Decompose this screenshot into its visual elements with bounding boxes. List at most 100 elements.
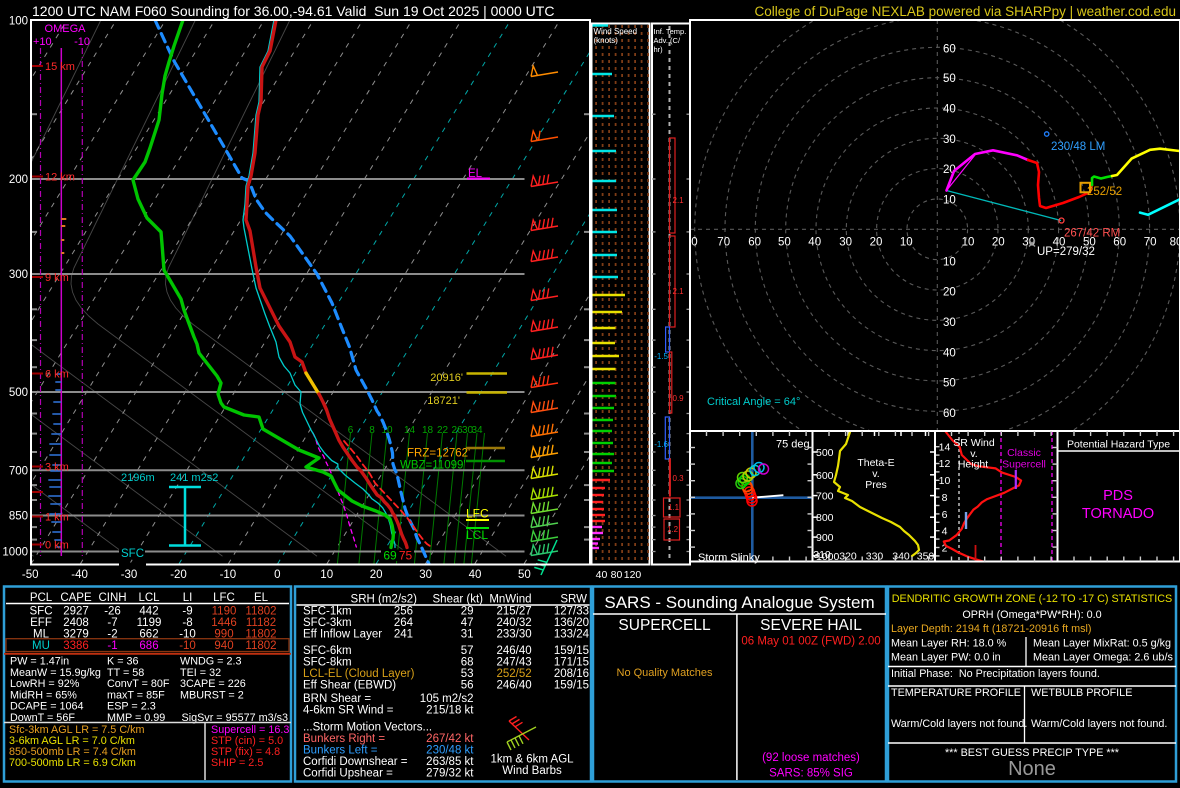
svg-text:2408: 2408 (63, 617, 89, 629)
svg-text:OPRH (Omega*PW*RH): 0.0: OPRH (Omega*PW*RH): 0.0 (962, 609, 1101, 621)
svg-text:-1: -1 (107, 640, 117, 652)
svg-text:Classic: Classic (1007, 447, 1041, 459)
svg-text:75 deg: 75 deg (776, 439, 810, 451)
svg-text:WNDG = 2.3: WNDG = 2.3 (180, 656, 242, 668)
svg-text:34: 34 (471, 425, 483, 436)
svg-text:MeanW = 15.9g/kg: MeanW = 15.9g/kg (10, 667, 101, 679)
svg-text:30: 30 (943, 134, 956, 146)
svg-text:BRN Shear =: BRN Shear = (303, 693, 371, 705)
svg-text:2.1: 2.1 (673, 287, 685, 296)
svg-text:06 May 01 00Z (FWD) 2.00: 06 May 01 00Z (FWD) 2.00 (741, 636, 880, 648)
svg-text:1km & 6km AGL: 1km & 6km AGL (490, 754, 574, 766)
svg-text:20: 20 (370, 569, 383, 581)
svg-text:1446: 1446 (211, 617, 237, 629)
svg-text:3 km: 3 km (45, 462, 69, 474)
svg-text:40: 40 (943, 347, 956, 359)
svg-text:-30: -30 (121, 569, 138, 581)
svg-text:267/42 kt: 267/42 kt (426, 733, 474, 745)
svg-text:15 km: 15 km (45, 61, 75, 73)
svg-text:30: 30 (943, 317, 956, 329)
svg-text:CAPE: CAPE (60, 592, 92, 604)
svg-text:31: 31 (461, 629, 474, 641)
svg-text:279/32 kt: 279/32 kt (426, 768, 474, 780)
svg-text:50: 50 (943, 378, 956, 390)
svg-text:0 km: 0 km (45, 540, 69, 552)
svg-text:159/15: 159/15 (554, 680, 589, 692)
svg-text:247/43: 247/43 (497, 657, 532, 669)
svg-text:40: 40 (808, 237, 821, 249)
svg-text:Corfidi Downshear =: Corfidi Downshear = (303, 756, 408, 768)
svg-text:...Storm Motion Vectors...: ...Storm Motion Vectors... (303, 722, 432, 734)
svg-text:6: 6 (942, 509, 948, 521)
svg-text:20916': 20916' (430, 372, 463, 384)
svg-text:SRW: SRW (560, 594, 587, 606)
svg-text:40: 40 (943, 104, 956, 116)
svg-text:50: 50 (518, 569, 531, 581)
svg-text:SRH (m2/s2): SRH (m2/s2) (351, 594, 418, 606)
svg-text:3CAPE = 226: 3CAPE = 226 (180, 678, 246, 690)
svg-text:246/40: 246/40 (497, 645, 532, 657)
svg-text:159/15: 159/15 (554, 645, 589, 657)
svg-text:TORNADO: TORNADO (1082, 506, 1154, 522)
svg-text:4: 4 (942, 526, 948, 538)
svg-text:PCL: PCL (30, 592, 53, 604)
svg-text:300: 300 (9, 269, 28, 281)
svg-text:SFC-3km: SFC-3km (303, 617, 352, 629)
svg-text:TEMPERATURE PROFILE: TEMPERATURE PROFILE (891, 687, 1021, 699)
svg-text:18721': 18721' (427, 395, 460, 407)
svg-text:29: 29 (461, 606, 474, 618)
svg-text:MU: MU (32, 640, 50, 652)
svg-text:Eff Shear (EBWD): Eff Shear (EBWD) (303, 680, 396, 692)
svg-text:-1.6: -1.6 (654, 440, 668, 449)
svg-text:OMEGA: OMEGA (45, 23, 87, 35)
svg-text:10: 10 (943, 256, 956, 268)
svg-text:SUPERCELL: SUPERCELL (618, 617, 711, 634)
svg-text:Warm/Cold layers not found.: Warm/Cold layers not found. (1031, 718, 1167, 730)
svg-text:MBURST = 2: MBURST = 2 (180, 689, 244, 701)
svg-text:SFC-6km: SFC-6km (303, 645, 352, 657)
svg-text:1.1: 1.1 (668, 503, 680, 512)
svg-text:Initial Phase: No Precipitati: Initial Phase: No Precipitation layers f… (891, 668, 1100, 680)
svg-text:Corfidi Upshear =: Corfidi Upshear = (303, 768, 393, 780)
svg-text:-20: -20 (170, 569, 187, 581)
svg-text:Adv. (C/: Adv. (C/ (654, 36, 681, 45)
svg-text:171/15: 171/15 (554, 657, 589, 669)
svg-text:600: 600 (816, 470, 834, 482)
svg-text:Supercell: Supercell (1002, 459, 1046, 471)
svg-text:(knots): (knots) (594, 36, 619, 45)
svg-text:215/27: 215/27 (497, 606, 532, 618)
svg-text:-10: -10 (179, 640, 196, 652)
svg-text:2.1: 2.1 (673, 196, 685, 205)
svg-text:1190: 1190 (212, 606, 237, 618)
svg-text:FRZ=12762': FRZ=12762' (407, 448, 470, 460)
svg-text:DENDRITIC GROWTH ZONE (-12 TO: DENDRITIC GROWTH ZONE (-12 TO -17 C) STA… (892, 593, 1173, 605)
svg-text:Pres: Pres (865, 479, 887, 491)
svg-text:WBZ=11099': WBZ=11099' (400, 460, 466, 472)
svg-text:-26: -26 (104, 606, 121, 618)
svg-text:SHIP = 2.5: SHIP = 2.5 (211, 757, 263, 769)
svg-text:11802: 11802 (245, 640, 276, 652)
svg-text:700-500mb LR = 6.9 C/km: 700-500mb LR = 6.9 C/km (9, 757, 136, 769)
svg-text:310: 310 (813, 549, 831, 561)
svg-text:50: 50 (943, 73, 956, 85)
svg-text:8: 8 (369, 425, 375, 436)
svg-text:SARS: 85% SIG: SARS: 85% SIG (769, 768, 853, 780)
svg-text:240/32: 240/32 (497, 617, 532, 629)
svg-text:SEVERE HAIL: SEVERE HAIL (760, 617, 862, 634)
svg-text:60: 60 (943, 43, 956, 55)
svg-text:LFC: LFC (213, 592, 235, 604)
svg-text:-7: -7 (107, 617, 117, 629)
svg-text:940: 940 (214, 640, 233, 652)
svg-text:70: 70 (1144, 237, 1157, 249)
svg-text:686: 686 (139, 640, 158, 652)
svg-text:241: 241 (394, 629, 413, 641)
svg-text:127/33: 127/33 (554, 606, 589, 618)
svg-text:Layer Depth: 2194 ft (18721-20: Layer Depth: 2194 ft (18721-20916 ft msl… (891, 623, 1091, 635)
svg-text:0.9: 0.9 (673, 394, 685, 403)
svg-text:0: 0 (274, 569, 280, 581)
svg-text:LCL: LCL (466, 528, 488, 542)
svg-text:10: 10 (900, 237, 913, 249)
svg-text:12: 12 (939, 458, 951, 470)
svg-text:133/24: 133/24 (554, 629, 590, 641)
svg-text:22: 22 (437, 425, 449, 436)
